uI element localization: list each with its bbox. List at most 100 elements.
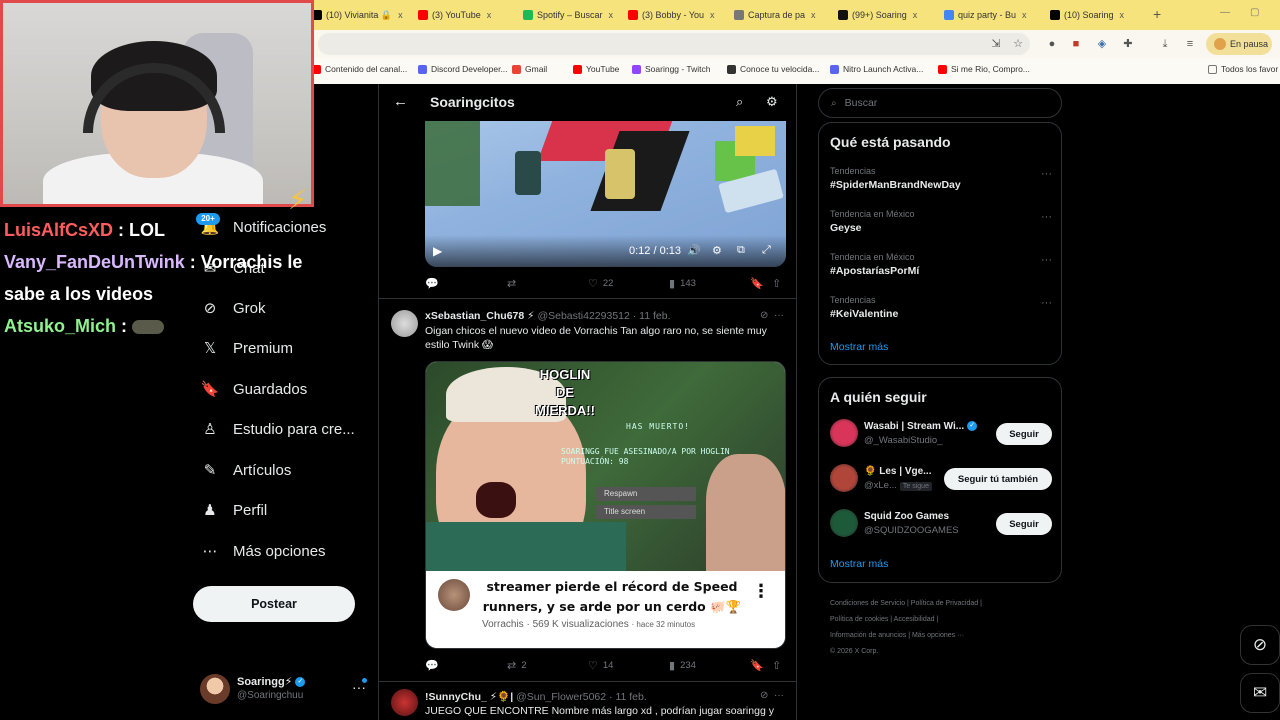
browser-tab[interactable]: (3) Bobby - You x	[628, 5, 715, 25]
video-player[interactable]: ▶ 0:12 / 0:13 🔊 ⚙ ⧉ ⤢	[425, 121, 786, 267]
search-icon[interactable]: ⌕	[736, 94, 743, 110]
tab-close-icon[interactable]: x	[710, 10, 715, 20]
follow-button[interactable]: Seguir	[996, 513, 1052, 535]
new-tab-button[interactable]: +	[1153, 6, 1161, 22]
like-button[interactable]: ♡ 22	[588, 277, 613, 290]
trend-item[interactable]: Tendencias #SpiderManBrandNewDay ···	[830, 166, 1052, 191]
views-button[interactable]: ▮ 143	[669, 277, 696, 290]
account-switcher[interactable]: Soaringg⚡ ✓ @Soaringchuu ···	[200, 674, 370, 706]
author-handle[interactable]: @Sebasti42293512	[537, 310, 629, 322]
more-icon[interactable]: ···	[1041, 168, 1052, 180]
pip-icon[interactable]: ⧉	[737, 244, 745, 257]
youtube-card[interactable]: HOGLIN DE MIERDA!! HAS MUERTO! SOARINGG …	[425, 361, 786, 649]
url-input[interactable]	[318, 33, 1030, 55]
tab-close-icon[interactable]: x	[1120, 10, 1125, 20]
bookmark[interactable]: YouTube	[573, 64, 619, 74]
browser-tab[interactable]: quiz party - Bu x	[944, 5, 1027, 25]
footer-links[interactable]: Política de cookies | Accesibilidad |	[830, 616, 938, 623]
tab-close-icon[interactable]: x	[398, 10, 403, 20]
gear-icon[interactable]: ⚙	[766, 94, 778, 110]
reply-button[interactable]: 💬	[425, 659, 444, 672]
tab-close-icon[interactable]: x	[487, 10, 492, 20]
star-icon[interactable]: ☆	[1011, 37, 1025, 51]
footer-links[interactable]: Información de anuncios | Más opciones ·…	[830, 632, 964, 639]
author-name[interactable]: !SunnyChu_ ⚡🌻|	[425, 691, 513, 703]
download-icon[interactable]: ⤓	[1158, 37, 1172, 51]
messages-fab-icon[interactable]: ✉	[1240, 673, 1280, 713]
retweet-button[interactable]: ⇄	[507, 277, 521, 290]
browser-tab[interactable]: Captura de pa x	[734, 5, 816, 25]
browser-tab[interactable]: Spotify – Buscar x	[523, 5, 613, 25]
show-more-link[interactable]: Mostrar más	[830, 341, 888, 353]
trend-item[interactable]: Tendencia en México #ApostaríasPorMí ···	[830, 252, 1052, 277]
suggestion-name[interactable]: 🌻 Les | Vge...	[864, 466, 932, 477]
suggestion-name[interactable]: Squid Zoo Games	[864, 511, 949, 522]
tab-close-icon[interactable]: x	[609, 10, 614, 20]
bookmark[interactable]: Soaringg - Twitch	[632, 64, 711, 74]
reply-button[interactable]: 💬	[425, 277, 444, 290]
avatar[interactable]	[830, 419, 858, 447]
share-button[interactable]: ⇧	[772, 659, 786, 672]
bookmark-button[interactable]: 🔖	[750, 659, 769, 672]
nav-item[interactable]: ♙ Estudio para cre...	[200, 418, 354, 440]
more-icon[interactable]: ···	[1041, 297, 1052, 309]
bookmark[interactable]: Conoce tu velocida...	[727, 64, 819, 74]
like-button[interactable]: ♡ 14	[588, 659, 613, 672]
grok-fab-icon[interactable]: ⊘	[1240, 625, 1280, 665]
avatar[interactable]	[830, 509, 858, 537]
all-bookmarks-folder[interactable]: Todos los favor	[1208, 64, 1278, 74]
retweet-button[interactable]: ⇄ 2	[507, 659, 527, 672]
install-icon[interactable]: ⇲	[989, 37, 1003, 51]
tweet-date[interactable]: · 11 feb.	[633, 310, 671, 322]
nav-item[interactable]: ♟ Perfil	[200, 499, 267, 521]
settings-icon[interactable]: ⚙	[712, 244, 722, 257]
reading-list-icon[interactable]: ≡	[1183, 37, 1197, 51]
bookmark-button[interactable]: 🔖	[750, 277, 769, 290]
more-icon[interactable]: ···	[1041, 211, 1052, 223]
avatar[interactable]	[391, 310, 418, 337]
back-arrow-icon[interactable]: ←	[393, 93, 408, 110]
bookmark[interactable]: Nitro Launch Activa...	[830, 64, 923, 74]
browser-tab[interactable]: (3) YouTube x	[418, 5, 491, 25]
play-icon[interactable]: ▶	[433, 244, 442, 258]
bookmark[interactable]: Contenido del canal...	[312, 64, 407, 74]
bookmark[interactable]: Gmail	[512, 64, 547, 74]
tweet-date[interactable]: · 11 feb.	[609, 691, 647, 703]
nav-item[interactable]: ⋯ Más opciones	[200, 540, 326, 562]
more-icon[interactable]: ···	[774, 690, 784, 701]
more-icon[interactable]: ···	[774, 310, 784, 321]
author-name[interactable]: xSebastian_Chu678 ⚡	[425, 310, 535, 322]
fullscreen-icon[interactable]: ⤢	[762, 244, 771, 257]
views-button[interactable]: ▮ 234	[669, 659, 696, 672]
volume-icon[interactable]: 🔊	[687, 244, 701, 257]
avatar[interactable]	[830, 464, 858, 492]
follow-button[interactable]: Seguir tú también	[944, 468, 1052, 490]
grok-icon[interactable]: ⊘	[760, 310, 768, 321]
more-icon[interactable]: ···	[1041, 254, 1052, 266]
bookmark[interactable]: Discord Developer...	[418, 64, 508, 74]
post-button[interactable]: Postear	[193, 586, 355, 622]
search-input[interactable]: ⌕ Buscar	[818, 88, 1062, 118]
minimize-icon[interactable]: —	[1220, 7, 1230, 18]
show-more-link[interactable]: Mostrar más	[830, 558, 888, 570]
tab-close-icon[interactable]: x	[1022, 10, 1027, 20]
trend-item[interactable]: Tendencia en México Geyse ···	[830, 209, 1052, 234]
share-button[interactable]: ⇧	[772, 277, 786, 290]
browser-tab[interactable]: (10) Vivianita 🔒 x	[312, 5, 403, 25]
extension2-icon[interactable]: ◈	[1095, 37, 1109, 51]
extension-icon[interactable]: ●	[1045, 37, 1059, 51]
bookmark[interactable]: Si me Rio, Compro...	[938, 64, 1030, 74]
footer-links[interactable]: Condiciones de Servicio | Política de Pr…	[830, 600, 982, 607]
tab-close-icon[interactable]: x	[913, 10, 918, 20]
avatar[interactable]	[391, 689, 418, 716]
more-vertical-icon[interactable]: ⋮	[752, 581, 770, 602]
pdf-extension-icon[interactable]: ■	[1069, 37, 1083, 51]
suggestion-name[interactable]: Wasabi | Stream Wi... ✓	[864, 421, 978, 432]
browser-tab[interactable]: (99+) Soaring x	[838, 5, 917, 25]
trend-item[interactable]: Tendencias #KeiValentine ···	[830, 295, 1052, 320]
nav-item[interactable]: ✎ Artículos	[200, 459, 292, 481]
author-handle[interactable]: @Sun_Flower5062	[516, 691, 606, 703]
nav-item[interactable]: 🔖 Guardados	[200, 378, 308, 400]
browser-tab[interactable]: (10) Soaring x	[1050, 5, 1124, 25]
maximize-icon[interactable]: ▢	[1250, 7, 1259, 18]
